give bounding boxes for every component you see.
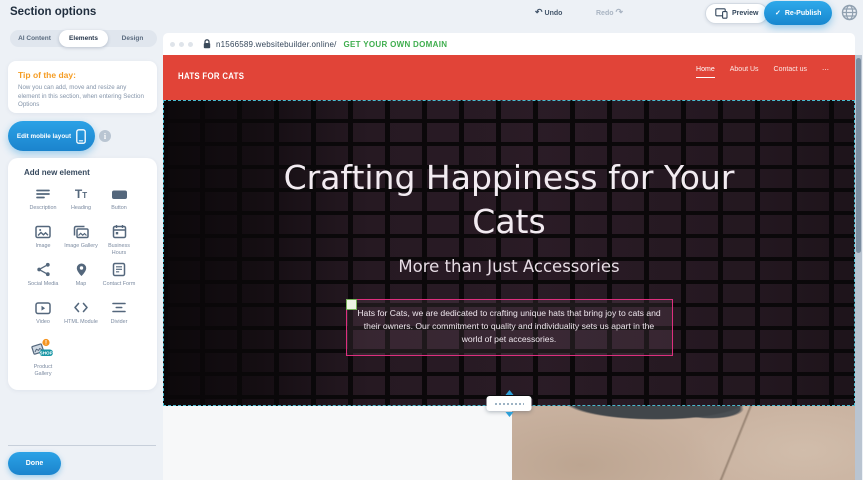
- sidebar-tabs: AI Content Elements Design: [10, 30, 157, 47]
- tip-title: Tip of the day:: [18, 70, 147, 80]
- element-item-video[interactable]: Video: [24, 300, 62, 338]
- hero-paragraph: Hats for Cats, we are dedicated to craft…: [357, 308, 660, 345]
- heading-icon: TT: [75, 187, 87, 201]
- site-url[interactable]: n1566589.websitebuilder.online/: [216, 40, 337, 49]
- page-title: Section options: [10, 6, 96, 18]
- nav-item-home[interactable]: Home: [696, 66, 715, 78]
- sidebar-divider: [8, 445, 156, 446]
- undo-icon: ↶: [535, 7, 543, 17]
- description-icon: [35, 187, 51, 201]
- map-icon: [75, 262, 88, 277]
- phone-icon: [76, 129, 86, 144]
- nav-item-contact[interactable]: Contact us: [774, 66, 807, 77]
- resize-up-arrow-icon: [505, 390, 513, 395]
- browser-dot: [170, 42, 175, 47]
- republish-button[interactable]: ✓ Re-Publish: [764, 1, 832, 25]
- edit-mobile-layout-button[interactable]: Edit mobile layout: [8, 121, 95, 151]
- tip-of-the-day-card: Tip of the day: Now you can add, move an…: [8, 61, 157, 113]
- tab-ai-content[interactable]: AI Content: [10, 30, 59, 47]
- canvas-scrollbar[interactable]: [855, 55, 862, 480]
- tip-body: Now you can add, move and resize any ele…: [18, 84, 147, 110]
- image-icon: [35, 225, 51, 239]
- element-item-product-gallery[interactable]: ! SHOP Product Gallery: [24, 338, 62, 376]
- product-gallery-icon: ! SHOP: [30, 338, 56, 360]
- browser-bar: n1566589.websitebuilder.online/ GET YOUR…: [163, 33, 855, 55]
- resize-grip-dots: [495, 403, 524, 405]
- browser-dot: [188, 42, 193, 47]
- element-item-image-gallery[interactable]: Image Gallery: [62, 224, 100, 262]
- panel-title: Add new element: [24, 168, 157, 177]
- image-gallery-icon: [73, 225, 89, 239]
- site-preview: HATS FOR CATS Home About Us Contact us ⋯…: [163, 55, 855, 480]
- site-header: HATS FOR CATS Home About Us Contact us ⋯: [163, 55, 855, 100]
- section-resize-handle[interactable]: [487, 396, 532, 411]
- element-item-html-module[interactable]: HTML Module: [62, 300, 100, 338]
- globe-language-icon[interactable]: [841, 4, 858, 21]
- undo-button[interactable]: ↶Undo: [533, 7, 562, 18]
- preview-button[interactable]: Preview: [705, 3, 768, 24]
- hero-paragraph-box[interactable]: Hats for Cats, we are dedicated to craft…: [346, 299, 673, 356]
- next-section-image[interactable]: [512, 406, 855, 480]
- browser-dot: [179, 42, 184, 47]
- button-icon: [111, 187, 128, 201]
- element-item-divider[interactable]: Divider: [100, 300, 138, 338]
- contact-form-icon: [112, 262, 126, 277]
- social-media-icon: [36, 262, 51, 277]
- business-hours-icon: [112, 224, 127, 239]
- nav-item-about[interactable]: About Us: [730, 66, 759, 77]
- element-item-social-media[interactable]: Social Media: [24, 262, 62, 300]
- shop-badge: SHOP: [40, 350, 53, 355]
- divider-icon: [111, 301, 127, 314]
- resize-down-arrow-icon: [505, 412, 513, 417]
- devices-icon: [715, 8, 728, 19]
- element-item-map[interactable]: Map: [62, 262, 100, 300]
- editor-window: Section options ↶Undo Redo↷ Preview ✓ Re…: [0, 0, 863, 480]
- site-logo[interactable]: HATS FOR CATS: [178, 71, 244, 82]
- redo-icon: ↷: [616, 7, 624, 17]
- element-drag-handle[interactable]: [346, 299, 357, 310]
- html-module-icon: [73, 301, 89, 314]
- hero-subtitle[interactable]: More than Just Accessories: [163, 257, 855, 276]
- element-item-contact-form[interactable]: Contact Form: [100, 262, 138, 300]
- element-item-heading[interactable]: TT Heading: [62, 186, 100, 224]
- element-item-description[interactable]: Description: [24, 186, 62, 224]
- element-grid: Description TT Heading Button Image: [24, 186, 157, 376]
- nav-more-icon[interactable]: ⋯: [822, 66, 829, 78]
- element-item-button[interactable]: Button: [100, 186, 138, 224]
- site-nav: Home About Us Contact us ⋯: [696, 66, 829, 78]
- info-icon[interactable]: i: [99, 130, 111, 142]
- scrollbar-thumb[interactable]: [856, 58, 861, 253]
- tab-elements[interactable]: Elements: [59, 30, 108, 47]
- video-icon: [35, 301, 51, 315]
- add-element-panel: Add new element Description TT Heading B…: [8, 158, 157, 390]
- hero-title[interactable]: Crafting Happiness for Your Cats: [269, 100, 749, 244]
- redo-button[interactable]: Redo↷: [596, 7, 625, 18]
- next-section-blank: [163, 406, 512, 480]
- element-item-business-hours[interactable]: Business Hours: [100, 224, 138, 262]
- check-icon: ✓: [775, 9, 781, 17]
- lock-icon: [203, 39, 211, 49]
- tab-design[interactable]: Design: [108, 30, 157, 47]
- done-button[interactable]: Done: [8, 452, 61, 475]
- element-item-image[interactable]: Image: [24, 224, 62, 262]
- svg-text:!: !: [45, 341, 47, 347]
- get-own-domain-link[interactable]: GET YOUR OWN DOMAIN: [344, 40, 448, 49]
- hero-section[interactable]: Crafting Happiness for Your Cats More th…: [163, 100, 855, 406]
